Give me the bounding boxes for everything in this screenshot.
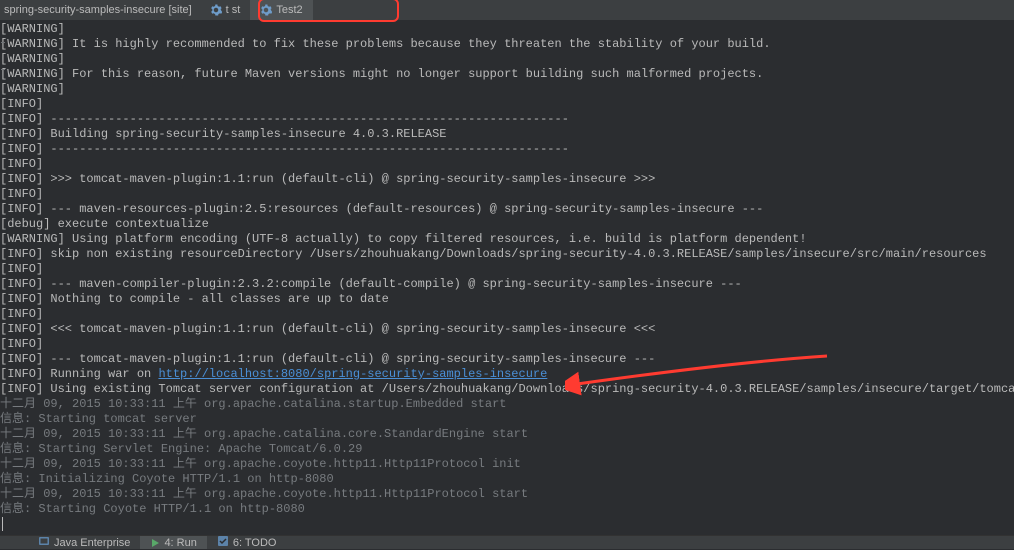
run-tab-test2[interactable]: Test2 bbox=[250, 0, 312, 20]
tool-tab-run[interactable]: 4: Run bbox=[140, 536, 206, 549]
console-line: [INFO] bbox=[0, 337, 1014, 352]
tool-tab-label: Java Enterprise bbox=[54, 537, 130, 549]
tool-tab-label: 4: Run bbox=[164, 537, 196, 549]
run-tab-label: t st bbox=[226, 4, 241, 16]
tool-tab-label: 6: TODO bbox=[233, 537, 277, 549]
console-caret-line[interactable] bbox=[0, 517, 1014, 532]
console-line: 十二月 09, 2015 10:33:11 上午 org.apache.cata… bbox=[0, 397, 1014, 412]
run-toolbar: spring-security-samples-insecure [site] … bbox=[0, 0, 1014, 20]
console-line: [INFO] bbox=[0, 157, 1014, 172]
console-text: [INFO] Running war on bbox=[0, 367, 158, 381]
console-line: [WARNING] bbox=[0, 52, 1014, 67]
console-line: [INFO] --- maven-compiler-plugin:2.3.2:c… bbox=[0, 277, 1014, 292]
console-line: [INFO] skip non existing resourceDirecto… bbox=[0, 247, 1014, 262]
console-line: [INFO] >>> tomcat-maven-plugin:1.1:run (… bbox=[0, 172, 1014, 187]
java-ee-icon bbox=[38, 535, 50, 550]
console-line: [WARNING] For this reason, future Maven … bbox=[0, 67, 1014, 82]
console-line: [debug] execute contextualize bbox=[0, 217, 1014, 232]
console-line: [INFO] bbox=[0, 262, 1014, 277]
server-url-link[interactable]: http://localhost:8080/spring-security-sa… bbox=[158, 367, 547, 381]
console-line: [INFO] Using existing Tomcat server conf… bbox=[0, 382, 1014, 397]
console-line: 十二月 09, 2015 10:33:11 上午 org.apache.coyo… bbox=[0, 487, 1014, 502]
console-line: [INFO] <<< tomcat-maven-plugin:1.1:run (… bbox=[0, 322, 1014, 337]
console-line: 信息: Starting Coyote HTTP/1.1 on http-808… bbox=[0, 502, 1014, 517]
console-line: [INFO] bbox=[0, 97, 1014, 112]
console-line: [INFO] --- maven-resources-plugin:2.5:re… bbox=[0, 202, 1014, 217]
play-icon bbox=[150, 538, 160, 548]
console-line: [WARNING] bbox=[0, 82, 1014, 97]
console-line: [INFO] Nothing to compile - all classes … bbox=[0, 292, 1014, 307]
console-line: [INFO] Running war on http://localhost:8… bbox=[0, 367, 1014, 382]
todo-icon bbox=[217, 535, 229, 550]
tool-tab-java-enterprise[interactable]: Java Enterprise bbox=[28, 536, 140, 549]
run-tabs: t st Test2 bbox=[200, 0, 313, 20]
console-line: [INFO] ---------------------------------… bbox=[0, 142, 1014, 157]
console-line: [WARNING] It is highly recommended to fi… bbox=[0, 37, 1014, 52]
console-line: 信息: Starting tomcat server bbox=[0, 412, 1014, 427]
console-line: 十二月 09, 2015 10:33:11 上午 org.apache.coyo… bbox=[0, 457, 1014, 472]
gear-icon bbox=[260, 4, 272, 16]
console-line: [INFO] ---------------------------------… bbox=[0, 112, 1014, 127]
tool-window-bar: Java Enterprise 4: Run 6: TODO bbox=[0, 535, 1014, 549]
console-line: [WARNING] bbox=[0, 22, 1014, 37]
console-line: 信息: Initializing Coyote HTTP/1.1 on http… bbox=[0, 472, 1014, 487]
run-tab-test[interactable]: t st bbox=[200, 0, 251, 20]
caret bbox=[2, 517, 3, 531]
console-line: [INFO] bbox=[0, 307, 1014, 322]
console-output[interactable]: [WARNING][WARNING] It is highly recommen… bbox=[0, 20, 1014, 532]
tool-tab-todo[interactable]: 6: TODO bbox=[207, 536, 287, 549]
console-line: [INFO] Building spring-security-samples-… bbox=[0, 127, 1014, 142]
console-line: 十二月 09, 2015 10:33:11 上午 org.apache.cata… bbox=[0, 427, 1014, 442]
console-line: [INFO] --- tomcat-maven-plugin:1.1:run (… bbox=[0, 352, 1014, 367]
run-tab-label: Test2 bbox=[276, 4, 302, 16]
console-line: 信息: Starting Servlet Engine: Apache Tomc… bbox=[0, 442, 1014, 457]
gear-icon bbox=[210, 4, 222, 16]
console-line: [INFO] bbox=[0, 187, 1014, 202]
gutter-handle[interactable] bbox=[0, 20, 6, 72]
console-line: [WARNING] Using platform encoding (UTF-8… bbox=[0, 232, 1014, 247]
run-config-label: spring-security-samples-insecure [site] bbox=[0, 4, 200, 16]
